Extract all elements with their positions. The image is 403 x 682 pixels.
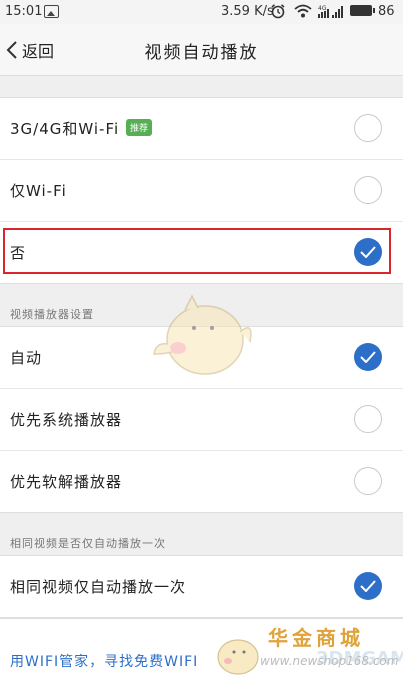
recommended-badge: 推荐 <box>126 119 153 136</box>
radio-unchecked[interactable] <box>354 114 382 142</box>
watermark-url: www.newshop168.com <box>260 654 399 668</box>
signal-icon <box>332 6 343 18</box>
mascot-small-icon <box>217 639 259 675</box>
option-system-player[interactable]: 优先系统播放器 <box>0 389 403 451</box>
wifi-manager-link[interactable]: 用WIFI管家，寻找免费WIFI <box>10 651 198 671</box>
checkmark-icon <box>360 351 376 363</box>
option-label: 相同视频仅自动播放一次 <box>10 578 187 596</box>
option-label: 3G/4G和Wi-Fi <box>10 120 120 138</box>
mascot-watermark-icon <box>153 294 252 375</box>
section-header-player: 视频播放器设置 <box>10 308 94 321</box>
status-bar: 15:01 3.59 K/s 4G 86 <box>0 0 403 24</box>
status-time: 15:01 <box>5 4 43 19</box>
radio-unchecked[interactable] <box>354 176 382 204</box>
option-label: 自动 <box>10 349 43 367</box>
checkmark-icon <box>360 246 376 258</box>
option-label: 否 <box>10 244 27 262</box>
option-3g4g-wifi[interactable]: 3G/4G和Wi-Fi 推荐 <box>0 98 403 160</box>
wifi-icon <box>294 4 312 18</box>
network-speed: 3.59 K/s <box>221 4 274 19</box>
option-label: 优先软解播放器 <box>10 473 123 491</box>
svg-text:4G: 4G <box>318 5 327 12</box>
watermark-brand: 华金商城 <box>268 626 364 650</box>
radio-checked[interactable] <box>354 238 382 266</box>
4g-signal-icon: 4G <box>318 5 329 18</box>
option-no[interactable]: 否 <box>0 222 403 283</box>
section-header-repeat: 相同视频是否仅自动播放一次 <box>10 537 166 550</box>
radio-checked[interactable] <box>354 343 382 371</box>
image-icon <box>44 5 59 18</box>
option-software-player[interactable]: 优先软解播放器 <box>0 451 403 512</box>
option-label: 仅Wi-Fi <box>10 182 67 200</box>
option-label: 优先系统播放器 <box>10 411 123 429</box>
radio-checked[interactable] <box>354 572 382 600</box>
battery-level: 86 <box>378 4 395 19</box>
option-play-once[interactable]: 相同视频仅自动播放一次 <box>0 556 403 617</box>
alarm-icon <box>271 4 285 19</box>
page-title: 视频自动播放 <box>144 43 259 63</box>
radio-unchecked[interactable] <box>354 467 382 495</box>
radio-unchecked[interactable] <box>354 405 382 433</box>
autoplay-options: 3G/4G和Wi-Fi 推荐 仅Wi-Fi 否 <box>0 97 403 284</box>
option-wifi-only[interactable]: 仅Wi-Fi <box>0 160 403 222</box>
battery-icon <box>350 5 375 16</box>
checkmark-icon <box>360 580 376 592</box>
title-bar: 返回 视频自动播放 <box>0 24 403 76</box>
repeat-options: 相同视频仅自动播放一次 <box>0 555 403 618</box>
